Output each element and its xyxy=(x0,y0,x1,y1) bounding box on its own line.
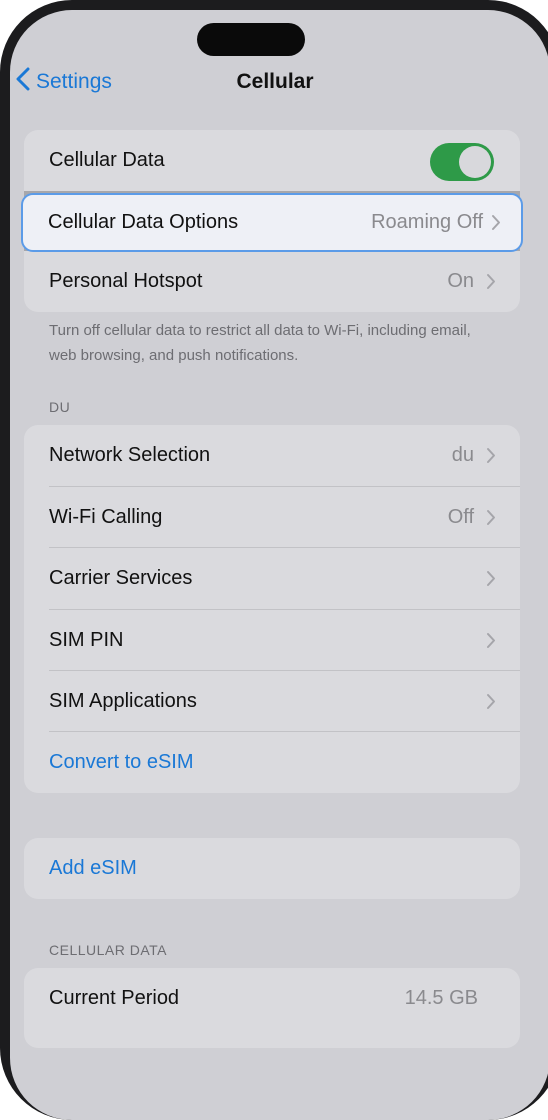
convert-esim-row[interactable]: Convert to eSIM xyxy=(24,732,520,793)
wifi-calling-label: Wi-Fi Calling xyxy=(49,506,163,528)
cellular-data-toggle[interactable] xyxy=(430,143,494,181)
phone-frame: Settings Cellular Cellular Data Personal… xyxy=(0,0,548,1120)
current-period-label: Current Period xyxy=(49,987,180,1009)
chevron-right-icon xyxy=(486,273,496,295)
network-selection-value: du xyxy=(451,444,474,466)
current-period-value: 14.5 GB xyxy=(404,987,478,1009)
add-esim-group: Add eSIM xyxy=(24,838,520,899)
sim-applications-row[interactable]: SIM Applications xyxy=(24,671,520,732)
wifi-calling-value: Off xyxy=(447,506,474,528)
add-esim-link: Add eSIM xyxy=(49,857,137,879)
screen: Settings Cellular Cellular Data Personal… xyxy=(10,10,548,1120)
current-period-row: Current Period 14.5 GB xyxy=(24,968,520,1029)
cellular-data-options-value: Roaming Off xyxy=(371,211,483,233)
personal-hotspot-label: Personal Hotspot xyxy=(49,270,203,292)
dynamic-island xyxy=(197,23,305,56)
chevron-right-icon xyxy=(486,693,496,715)
carrier-services-label: Carrier Services xyxy=(49,567,193,589)
usage-group: Current Period 14.5 GB xyxy=(24,968,520,1048)
usage-section-header: CELLULAR DATA xyxy=(49,942,168,958)
network-selection-label: Network Selection xyxy=(49,444,211,466)
cellular-footnote: Turn off cellular data to restrict all d… xyxy=(49,322,471,364)
cellular-data-options-label: Cellular Data Options xyxy=(48,211,239,233)
chevron-right-icon xyxy=(486,632,496,654)
sim-applications-label: SIM Applications xyxy=(49,690,197,712)
cellular-data-row: Cellular Data xyxy=(24,130,520,191)
cellular-data-label: Cellular Data xyxy=(49,149,165,171)
sim-pin-row[interactable]: SIM PIN xyxy=(24,610,520,671)
chevron-right-icon xyxy=(486,509,496,531)
navigation-bar: Settings Cellular xyxy=(10,62,548,102)
wifi-calling-row[interactable]: Wi-Fi Calling Off xyxy=(24,487,520,548)
chevron-right-icon xyxy=(486,447,496,469)
toggle-knob xyxy=(459,146,491,178)
chevron-right-icon xyxy=(491,214,501,236)
convert-esim-link: Convert to eSIM xyxy=(49,751,194,773)
add-esim-row[interactable]: Add eSIM xyxy=(24,838,520,899)
personal-hotspot-value: On xyxy=(447,270,474,292)
carrier-services-row[interactable]: Carrier Services xyxy=(24,548,520,609)
page-title: Cellular xyxy=(236,70,314,93)
chevron-right-icon xyxy=(486,570,496,592)
carrier-section-header: DU xyxy=(49,399,71,415)
carrier-group: Network Selection du Wi-Fi Calling Off C… xyxy=(24,425,520,793)
network-selection-row[interactable]: Network Selection du xyxy=(24,425,520,486)
sim-pin-label: SIM PIN xyxy=(49,629,124,651)
cellular-data-options-row[interactable]: Cellular Data Options Roaming Off xyxy=(21,193,523,252)
personal-hotspot-row[interactable]: Personal Hotspot On xyxy=(24,251,520,312)
